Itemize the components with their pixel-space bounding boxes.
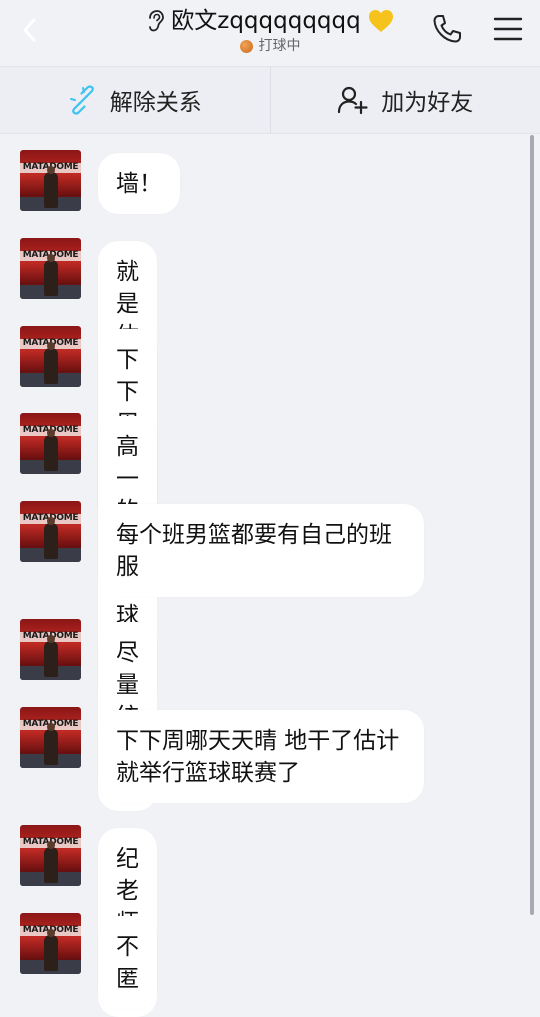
avatar[interactable]: MATADOME [20, 238, 81, 299]
ear-icon [145, 9, 165, 33]
unbind-relationship-button[interactable]: 解除关系 [0, 67, 270, 133]
message-row: MATADOME 不匿 [20, 913, 157, 1009]
unbind-relationship-label: 解除关系 [110, 83, 202, 117]
avatar[interactable]: MATADOME [20, 913, 81, 974]
yellow-heart-icon [367, 8, 395, 34]
message-row: MATADOME 每个班男篮都要有自己的班服 [20, 501, 424, 597]
chat-header: 欧文zqqqqqqqqq 打球中 [0, 0, 540, 66]
avatar[interactable]: MATADOME [20, 707, 81, 768]
add-friend-label: 加为好友 [381, 83, 473, 117]
relationship-action-bar: 解除关系 加为好友 [0, 66, 540, 134]
page-title: 欧文zqqqqqqqqq [171, 6, 360, 36]
avatar[interactable]: MATADOME [20, 501, 81, 562]
basketball-icon [240, 40, 253, 53]
message-bubble[interactable]: 每个班男篮都要有自己的班服 [98, 504, 424, 597]
add-friend-button[interactable]: 加为好友 [270, 67, 540, 133]
phone-icon [430, 12, 464, 46]
avatar[interactable]: MATADOME [20, 150, 81, 211]
message-row: MATADOME 下下周哪天天晴 地干了估计就举行篮球联赛了 [20, 707, 424, 803]
phone-button[interactable] [430, 12, 464, 46]
message-bubble[interactable]: 墙！ [98, 153, 180, 214]
broken-link-icon [68, 85, 98, 115]
avatar[interactable]: MATADOME [20, 326, 81, 387]
add-user-icon [337, 85, 369, 115]
avatar[interactable]: MATADOME [20, 413, 81, 474]
menu-button[interactable] [492, 14, 524, 44]
message-row: MATADOME 墙！ [20, 150, 180, 214]
avatar[interactable]: MATADOME [20, 619, 81, 680]
avatar[interactable]: MATADOME [20, 825, 81, 886]
hamburger-menu-icon [492, 14, 524, 44]
scrollbar[interactable] [530, 135, 534, 915]
message-bubble[interactable]: 不匿 [98, 916, 157, 1009]
status-text: 打球中 [259, 37, 301, 55]
message-bubble[interactable]: 下下周哪天天晴 地干了估计就举行篮球联赛了 [98, 710, 424, 803]
